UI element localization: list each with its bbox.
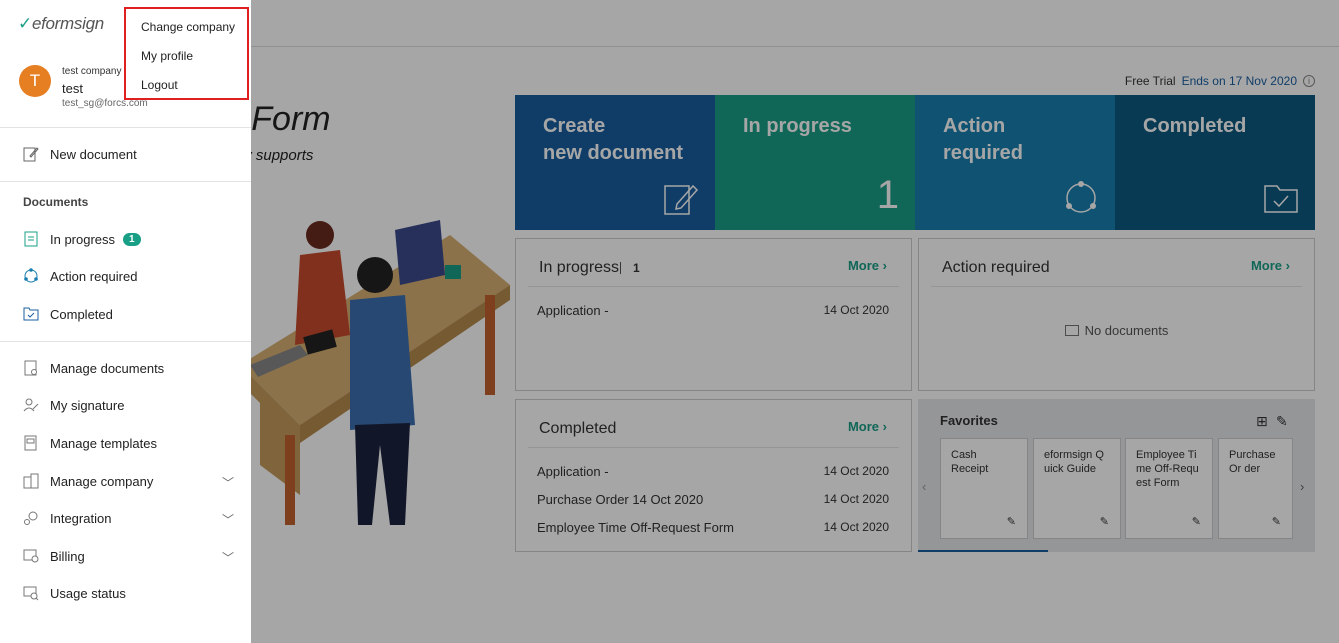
- user-company: test company: [62, 66, 122, 77]
- app-logo[interactable]: ✓eformsign: [18, 14, 104, 34]
- user-name: test: [62, 81, 83, 96]
- sidebar-item-manage-templates[interactable]: Manage templates: [22, 434, 157, 452]
- divider: [0, 127, 251, 128]
- menu-item-logout[interactable]: Logout: [141, 78, 178, 92]
- menu-item-change-company[interactable]: Change company: [141, 20, 235, 34]
- sidebar-item-label: Manage documents: [50, 360, 165, 376]
- sidebar-item-label: Usage status: [50, 585, 126, 601]
- sidebar-item-usage-status[interactable]: Usage status: [22, 584, 126, 602]
- sidebar-item-completed[interactable]: Completed: [22, 305, 113, 323]
- billing-icon: [22, 547, 40, 565]
- folder-check-icon: [22, 305, 40, 323]
- sidebar-item-label: In progress: [50, 231, 116, 247]
- status-badge: 1: [123, 232, 141, 246]
- new-document-button[interactable]: New document: [22, 145, 137, 163]
- new-document-label: New document: [50, 146, 137, 162]
- sidebar-item-label: Manage company: [50, 473, 154, 489]
- sidebar-item-label: Manage templates: [50, 435, 157, 451]
- gear-icon: [22, 509, 40, 527]
- building-icon: [22, 472, 40, 490]
- sidebar-item-manage-documents[interactable]: Manage documents: [22, 359, 164, 377]
- usage-status-icon: [22, 584, 40, 602]
- cycle-icon: [22, 267, 40, 285]
- new-document-icon: [22, 145, 40, 163]
- documents-section-title: Documents: [23, 195, 89, 209]
- sidebar-item-in-progress[interactable]: In progress 1: [22, 230, 141, 248]
- profile-dropdown-menu: Change company My profile Logout: [124, 7, 249, 100]
- sidebar-item-label: My signature: [50, 397, 125, 413]
- document-icon: [22, 230, 40, 248]
- sidebar-item-label: Action required: [50, 268, 138, 284]
- sidebar-item-billing[interactable]: Billing: [22, 547, 85, 565]
- sidebar-item-integration[interactable]: Integration: [22, 509, 111, 527]
- sidebar-item-my-signature[interactable]: My signature: [22, 396, 124, 414]
- sidebar-item-action-required[interactable]: Action required: [22, 267, 137, 285]
- logo-mark-icon: ✓: [18, 14, 32, 33]
- chevron-down-icon[interactable]: ﹀: [222, 474, 234, 491]
- avatar[interactable]: T: [19, 65, 51, 97]
- manage-documents-icon: [22, 359, 40, 377]
- template-icon: [22, 434, 40, 452]
- logo-text: eformsign: [31, 14, 104, 33]
- sidebar-item-manage-company[interactable]: Manage company: [22, 472, 153, 490]
- divider: [0, 341, 251, 342]
- signature-icon: [22, 396, 40, 414]
- sidebar-item-label: Completed: [50, 306, 113, 322]
- chevron-down-icon[interactable]: ﹀: [222, 549, 234, 566]
- menu-item-my-profile[interactable]: My profile: [141, 49, 193, 63]
- sidebar-item-label: Billing: [50, 548, 85, 564]
- sidebar-item-label: Integration: [50, 510, 112, 526]
- divider: [0, 181, 251, 182]
- chevron-down-icon[interactable]: ﹀: [222, 511, 234, 528]
